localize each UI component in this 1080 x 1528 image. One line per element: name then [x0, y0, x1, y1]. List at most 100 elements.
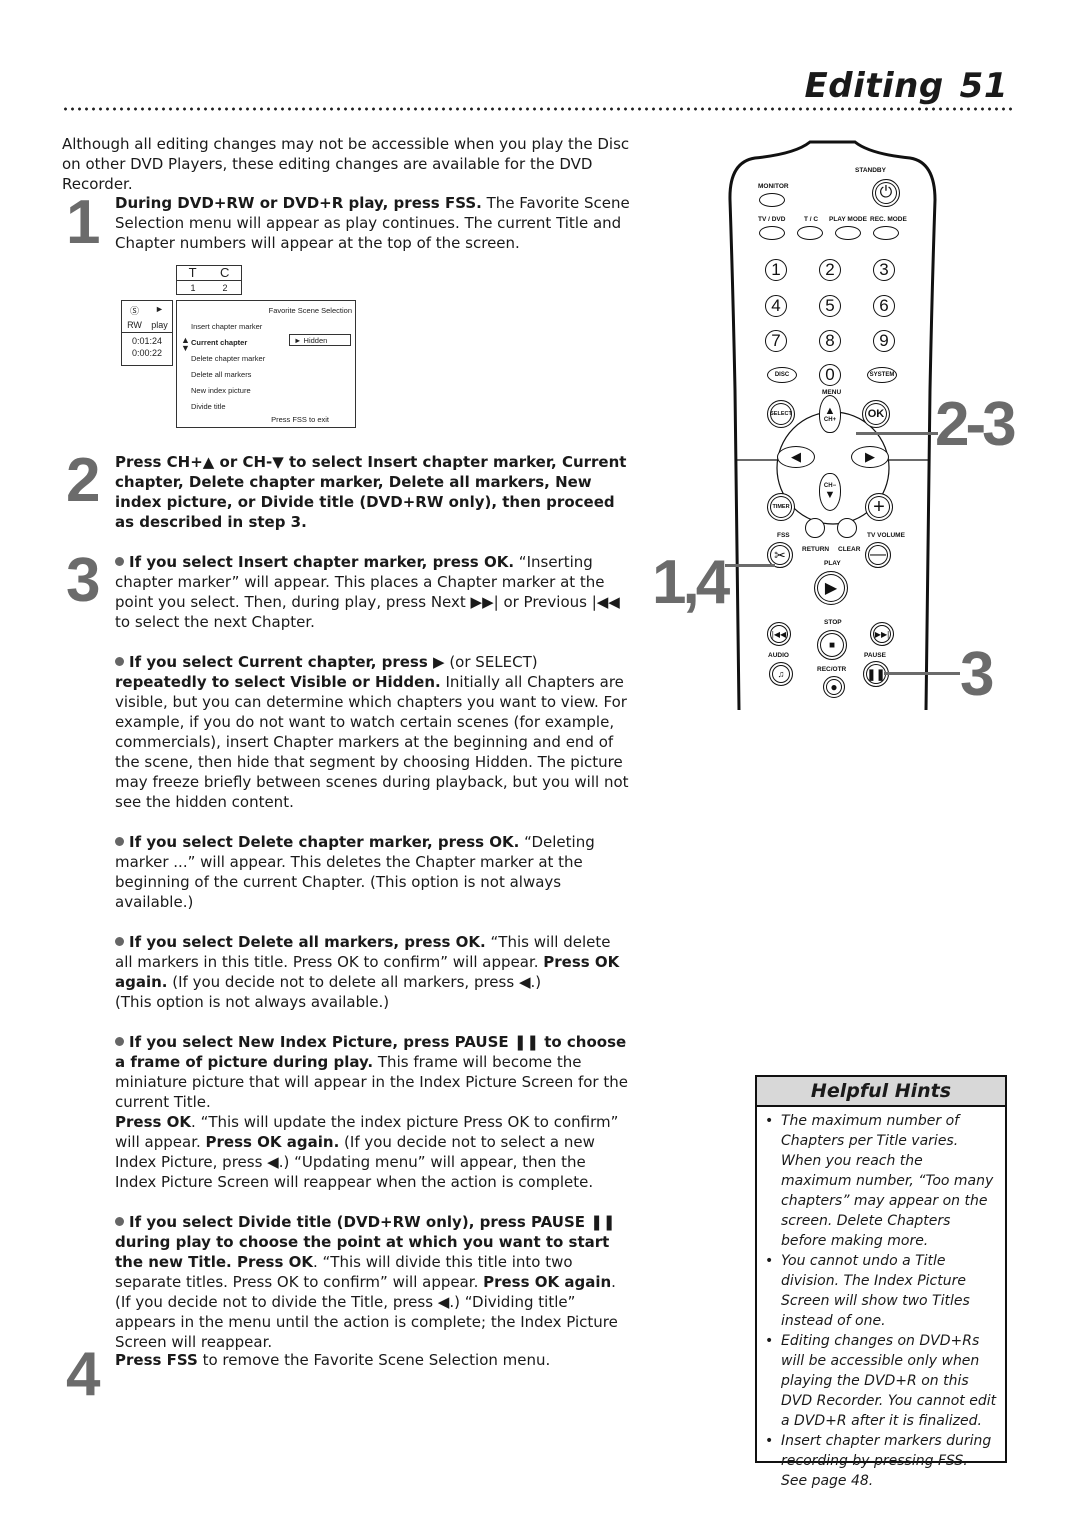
digit-4-button[interactable]: 4: [765, 295, 787, 317]
step-number-1: 1: [66, 188, 101, 257]
play-icon: ▶: [824, 580, 838, 597]
digit-5-button[interactable]: 5: [819, 295, 841, 317]
power-icon: ⏻: [879, 184, 893, 201]
clear-button[interactable]: [837, 518, 857, 538]
bullet-bold-text: If you select Current chapter, press ▶: [129, 653, 445, 671]
step-3-bullet: If you select Current chapter, press ▶ (…: [115, 652, 630, 812]
osd-menu-title: Favorite Scene Selection: [268, 306, 352, 315]
bullet-bold-text: If you select Insert chapter marker, pre…: [129, 553, 515, 571]
audio-button[interactable]: ♫: [769, 662, 793, 686]
intro-text: Although all editing changes may not be …: [62, 135, 630, 193]
volume-up-button[interactable]: +: [865, 493, 893, 521]
digit-8-button[interactable]: 8: [819, 330, 841, 352]
osd-current-value: Hidden: [303, 336, 328, 345]
osd-menu-item[interactable]: New index picture: [191, 386, 251, 395]
callout-line-1-4: [725, 564, 775, 567]
tv-volume-label: TV VOLUME: [867, 532, 905, 539]
rec-mode-button[interactable]: [873, 226, 899, 240]
pause-icon: ❚❚: [866, 668, 886, 681]
stop-icon: ■: [828, 639, 836, 651]
digit-6-button[interactable]: 6: [873, 295, 895, 317]
bullet-bold-text: If you select Delete all markers, press …: [129, 933, 486, 951]
play-button[interactable]: ▶: [814, 571, 848, 605]
osd-value-box[interactable]: ► Hidden: [289, 334, 351, 346]
clear-label: CLEAR: [838, 546, 861, 553]
scissors-icon: ✂: [774, 546, 786, 563]
callout-line-3: [884, 672, 960, 675]
hint-item: Editing changes on DVD+Rs will be access…: [765, 1331, 997, 1431]
osd-title-value: 1: [190, 283, 196, 293]
step-3-bullet: If you select Divide title (DVD+RW only)…: [115, 1212, 630, 1352]
bullet-icon: [115, 557, 124, 566]
tv-dvd-button[interactable]: [759, 226, 785, 240]
audio-label: AUDIO: [768, 652, 789, 659]
right-button[interactable]: ▶: [851, 446, 889, 468]
step-1-text: During DVD+RW or DVD+R play, press FSS. …: [115, 193, 635, 253]
next-icon: ▶▶|: [874, 629, 890, 639]
osd-time-chapter: 0:00:22: [131, 348, 163, 358]
minus-icon: —: [870, 546, 886, 563]
osd-menu-item[interactable]: Insert chapter marker: [191, 322, 262, 331]
digit-0-button[interactable]: 0: [819, 364, 841, 386]
bullet-bold-text: If you select Delete chapter marker, pre…: [129, 833, 520, 851]
next-button[interactable]: ▶▶|: [870, 622, 894, 646]
bullet-text: (This option is not always available.): [115, 993, 390, 1011]
disc-icon: Ⓢ: [129, 306, 139, 316]
record-button[interactable]: ●: [823, 676, 845, 698]
left-button[interactable]: ◀: [777, 446, 815, 468]
previous-button[interactable]: |◀◀: [767, 622, 791, 646]
tc-button[interactable]: [797, 226, 823, 240]
standby-button[interactable]: ⏻: [872, 179, 900, 207]
step-number-4: 4: [66, 1340, 101, 1409]
play-arrow-icon: ►: [294, 336, 302, 345]
audio-icon: ♫: [777, 669, 785, 679]
standby-label: STANDBY: [855, 167, 886, 174]
ch-plus-button[interactable]: ▲ CH+: [819, 395, 841, 433]
osd-menu-item-selected[interactable]: Current chapter: [191, 338, 247, 347]
timer-button[interactable]: TIMER: [767, 493, 795, 521]
osd-chapter-label: C: [219, 265, 230, 280]
step-3-bullet: If you select New Index Picture, press P…: [115, 1032, 630, 1192]
hint-item: Insert chapter markers during recording …: [765, 1431, 997, 1491]
bullet-bold-text: Press OK again: [483, 1273, 612, 1291]
digit-7-button[interactable]: 7: [765, 330, 787, 352]
play-label: PLAY: [824, 560, 841, 567]
select-button[interactable]: SELECT: [767, 400, 795, 428]
osd-menu-item[interactable]: Delete chapter marker: [191, 354, 265, 363]
bullet-icon: [115, 837, 124, 846]
hint-item: The maximum number of Chapters per Title…: [765, 1111, 997, 1251]
digit-3-button[interactable]: 3: [873, 259, 895, 281]
digit-2-button[interactable]: 2: [819, 259, 841, 281]
osd-status-panel: Ⓢ ► RW play 0:01:24 0:00:22: [121, 300, 173, 366]
left-arrow-icon: ◀: [791, 449, 801, 464]
callout-step-3: 3: [960, 640, 995, 709]
play-mode-button[interactable]: [835, 226, 861, 240]
helpful-hints-title: Helpful Hints: [757, 1077, 1005, 1107]
record-icon: ●: [830, 680, 838, 694]
page-title: Editing 51: [805, 66, 1009, 106]
section-title: Editing: [804, 66, 944, 106]
system-button[interactable]: SYSTEM: [867, 367, 897, 383]
callout-steps-2-3: 2-3: [935, 390, 1017, 459]
play-icon: ►: [155, 304, 164, 314]
osd-menu-item[interactable]: Divide title: [191, 402, 226, 411]
hint-item: You cannot undo a Title division. The In…: [765, 1251, 997, 1331]
volume-down-button[interactable]: —: [865, 542, 891, 568]
stop-button[interactable]: ■: [817, 630, 847, 660]
monitor-button[interactable]: [759, 193, 785, 207]
osd-disc-type: RW: [127, 319, 142, 330]
osd-play-state: play: [151, 319, 168, 330]
osd-menu-item[interactable]: Delete all markers: [191, 370, 251, 379]
remote-control-illustration: STANDBY ⏻ MONITOR TV / DVD T / C PLAY MO…: [725, 140, 940, 710]
disc-button[interactable]: DISC: [767, 367, 797, 383]
return-button[interactable]: [805, 518, 825, 538]
page-number: 51: [959, 66, 1008, 106]
bullet-bold-text: repeatedly to select Visible or Hidden.: [115, 673, 441, 691]
previous-icon: |◀◀: [771, 629, 787, 639]
digit-1-button[interactable]: 1: [765, 259, 787, 281]
digit-9-button[interactable]: 9: [873, 330, 895, 352]
osd-title-label: T: [188, 265, 197, 280]
step-4-text: Press FSS to remove the Favorite Scene S…: [115, 1350, 635, 1370]
ch-minus-button[interactable]: CH− ▼: [819, 473, 841, 511]
ok-button[interactable]: OK: [862, 400, 890, 428]
